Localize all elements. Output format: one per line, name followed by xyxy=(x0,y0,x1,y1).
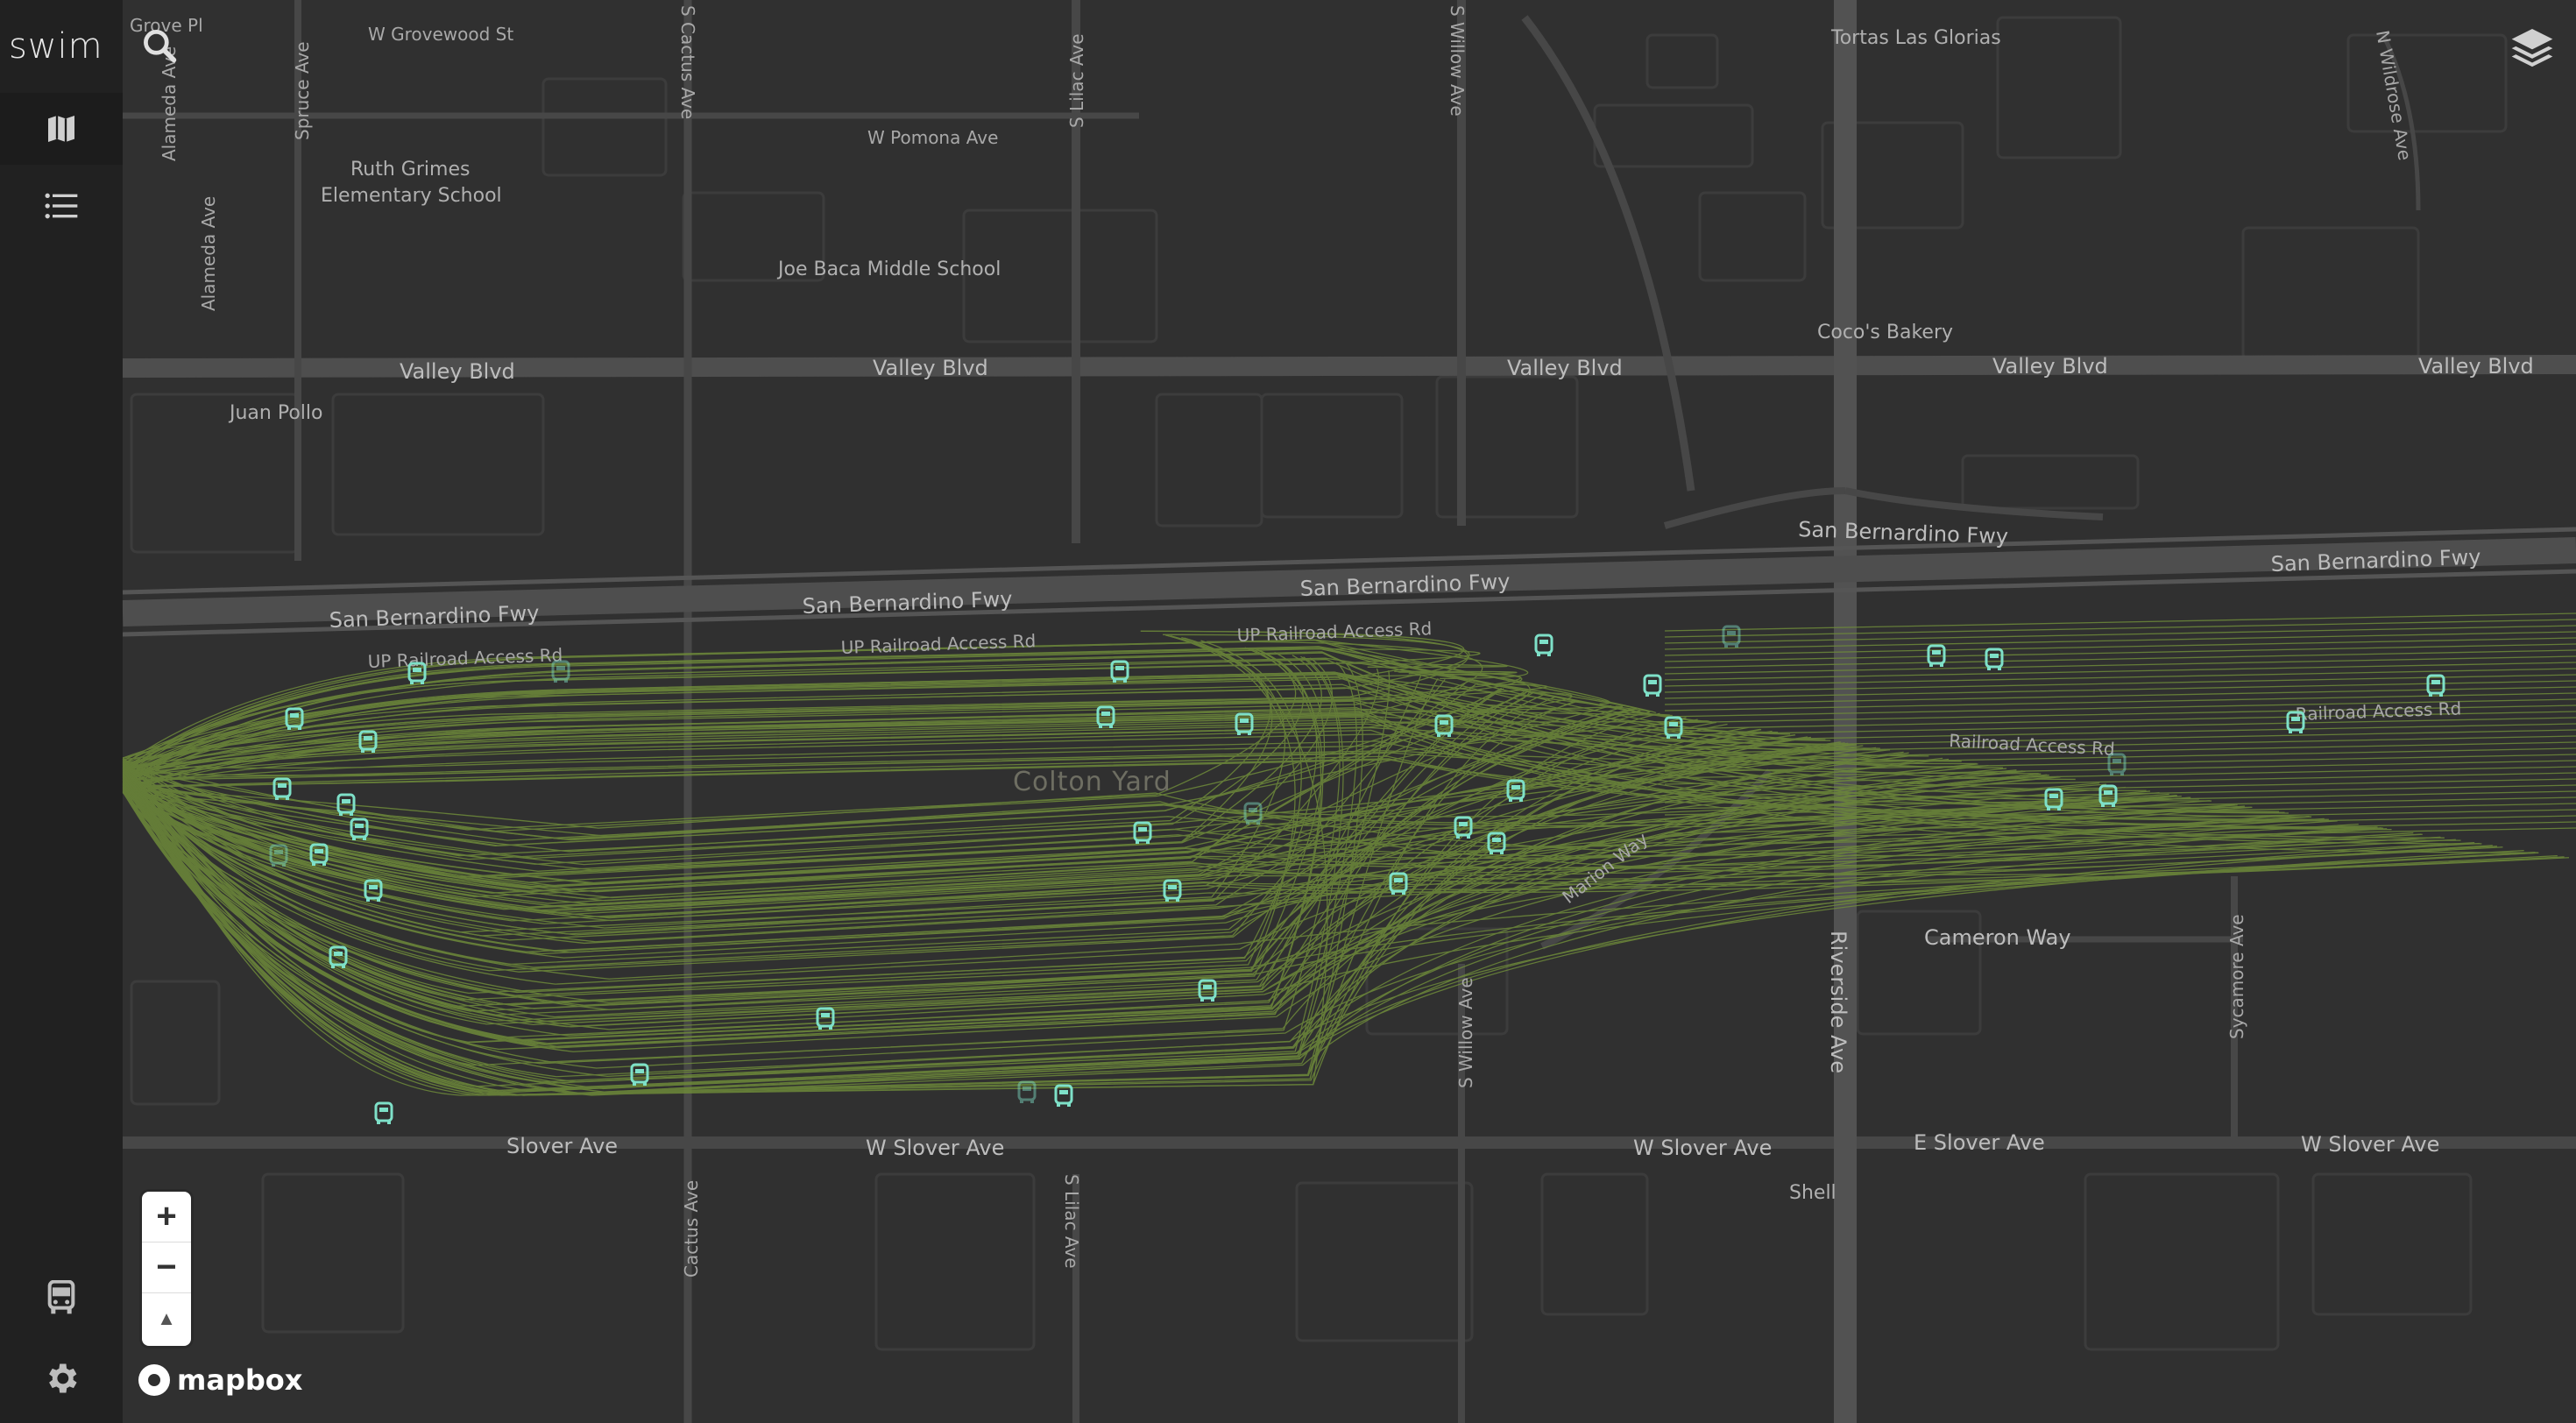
train-marker[interactable] xyxy=(1985,648,2004,670)
street-label: Spruce Ave xyxy=(292,41,313,140)
rail-track xyxy=(122,715,1779,775)
street-label: W Slover Ave xyxy=(2301,1132,2439,1157)
street-label: Riverside Ave xyxy=(1826,931,1851,1073)
list-icon xyxy=(45,193,78,219)
zoom-out-button[interactable]: − xyxy=(142,1242,191,1293)
street-label: UP Railroad Access Rd xyxy=(1236,618,1432,646)
layers-button[interactable] xyxy=(2508,23,2557,76)
zoom-control: + − ▲ xyxy=(142,1192,191,1346)
rail-track xyxy=(122,728,1761,1096)
street-label: Valley Blvd xyxy=(1507,356,1623,380)
sidebar: swim xyxy=(0,0,123,1423)
street-label: Valley Blvd xyxy=(873,356,988,380)
street-label: Sycamore Ave xyxy=(2226,914,2247,1039)
street-label: S Cactus Ave xyxy=(677,5,698,119)
map-svg: W Grovewood StGrove PlAlameda AveAlameda… xyxy=(122,0,2576,1423)
city-block xyxy=(541,77,668,177)
poi-label: Joe Baca Middle School xyxy=(776,258,1001,280)
map-canvas[interactable]: W Grovewood St Grove Pl Alameda Ave Alameda… xyxy=(0,0,2576,1423)
street-label: Alameda Ave xyxy=(198,196,219,311)
area-label: Colton Yard xyxy=(1013,767,1171,797)
street-label: Valley Blvd xyxy=(1992,354,2108,379)
city-block xyxy=(1260,393,1404,519)
poi-label: Juan Pollo xyxy=(228,402,322,424)
train-marker[interactable] xyxy=(816,1007,835,1030)
city-block xyxy=(1593,103,1754,168)
street-label: E Slover Ave xyxy=(1914,1130,2045,1155)
street-label: S Willow Ave xyxy=(1455,977,1476,1088)
street-label: S Lilac Ave xyxy=(1061,1174,1082,1269)
street-label: W Grovewood St xyxy=(368,24,513,45)
train-marker[interactable] xyxy=(374,1101,393,1124)
city-block xyxy=(1996,16,2122,159)
street-label: S Willow Ave xyxy=(1447,5,1468,117)
gear-icon xyxy=(49,1363,77,1393)
fwy-ramp-road xyxy=(1844,487,2104,520)
search-button[interactable] xyxy=(140,26,179,69)
street-label: Valley Blvd xyxy=(400,359,515,384)
city-block xyxy=(1645,33,1719,89)
search-icon xyxy=(144,30,177,63)
street-label: S Lilac Ave xyxy=(1066,33,1087,128)
city-block xyxy=(1155,393,1263,527)
city-block xyxy=(331,393,545,536)
map-icon xyxy=(48,116,74,142)
map-view-button[interactable] xyxy=(0,93,123,165)
train-marker[interactable] xyxy=(1534,634,1553,656)
vehicles-button[interactable] xyxy=(0,1262,123,1334)
city-block xyxy=(2241,226,2420,361)
street-label: N Wildrose Ave xyxy=(2372,29,2416,162)
zoom-in-button[interactable]: + xyxy=(142,1192,191,1242)
street-label: Cactus Ave xyxy=(681,1180,702,1278)
city-block xyxy=(1961,454,2140,510)
poi-label: Ruth Grimes xyxy=(350,159,470,181)
poi-label: Elementary School xyxy=(321,185,502,207)
mapbox-label: mapbox xyxy=(177,1363,303,1397)
city-block xyxy=(2311,1172,2473,1316)
city-block xyxy=(1698,191,1807,282)
poi-label: Tortas Las Glorias xyxy=(1830,27,2001,49)
street-label: Slover Ave xyxy=(506,1134,618,1158)
settings-button[interactable] xyxy=(0,1342,123,1414)
city-block xyxy=(2084,1172,2280,1351)
city-block xyxy=(874,1172,1036,1351)
layers-icon xyxy=(2511,29,2553,67)
mapbox-logo-icon xyxy=(138,1364,170,1396)
city-block xyxy=(261,1172,405,1334)
rail-track xyxy=(122,728,1762,1096)
compass-button[interactable]: ▲ xyxy=(142,1293,191,1344)
list-view-button[interactable] xyxy=(0,170,123,242)
street-label: Railroad Access Rd xyxy=(1949,730,2116,760)
street-label: W Slover Ave xyxy=(1633,1136,1772,1160)
street-label: San Bernardino Fwy xyxy=(1798,517,2009,549)
train-marker[interactable] xyxy=(1643,674,1662,697)
train-marker[interactable] xyxy=(2426,674,2445,697)
train-icon xyxy=(47,1280,75,1314)
street-label: W Pomona Ave xyxy=(867,127,998,148)
app-logo: swim xyxy=(9,26,103,67)
city-block xyxy=(1295,1181,1474,1342)
street-label: W Slover Ave xyxy=(866,1136,1004,1160)
city-block xyxy=(2346,33,2508,133)
train-marker[interactable] xyxy=(1054,1084,1073,1107)
street-label: Cameron Way xyxy=(1924,925,2071,950)
compass-icon: ▲ xyxy=(157,1307,176,1329)
poi-label: Coco's Bakery xyxy=(1817,322,1953,343)
street-label: UP Railroad Access Rd xyxy=(367,644,563,672)
mapbox-attribution[interactable]: mapbox xyxy=(138,1363,302,1397)
city-block xyxy=(1540,1172,1649,1316)
city-block xyxy=(130,980,221,1106)
street-label: Valley Blvd xyxy=(2418,354,2534,379)
poi-label: Shell xyxy=(1789,1182,1836,1204)
